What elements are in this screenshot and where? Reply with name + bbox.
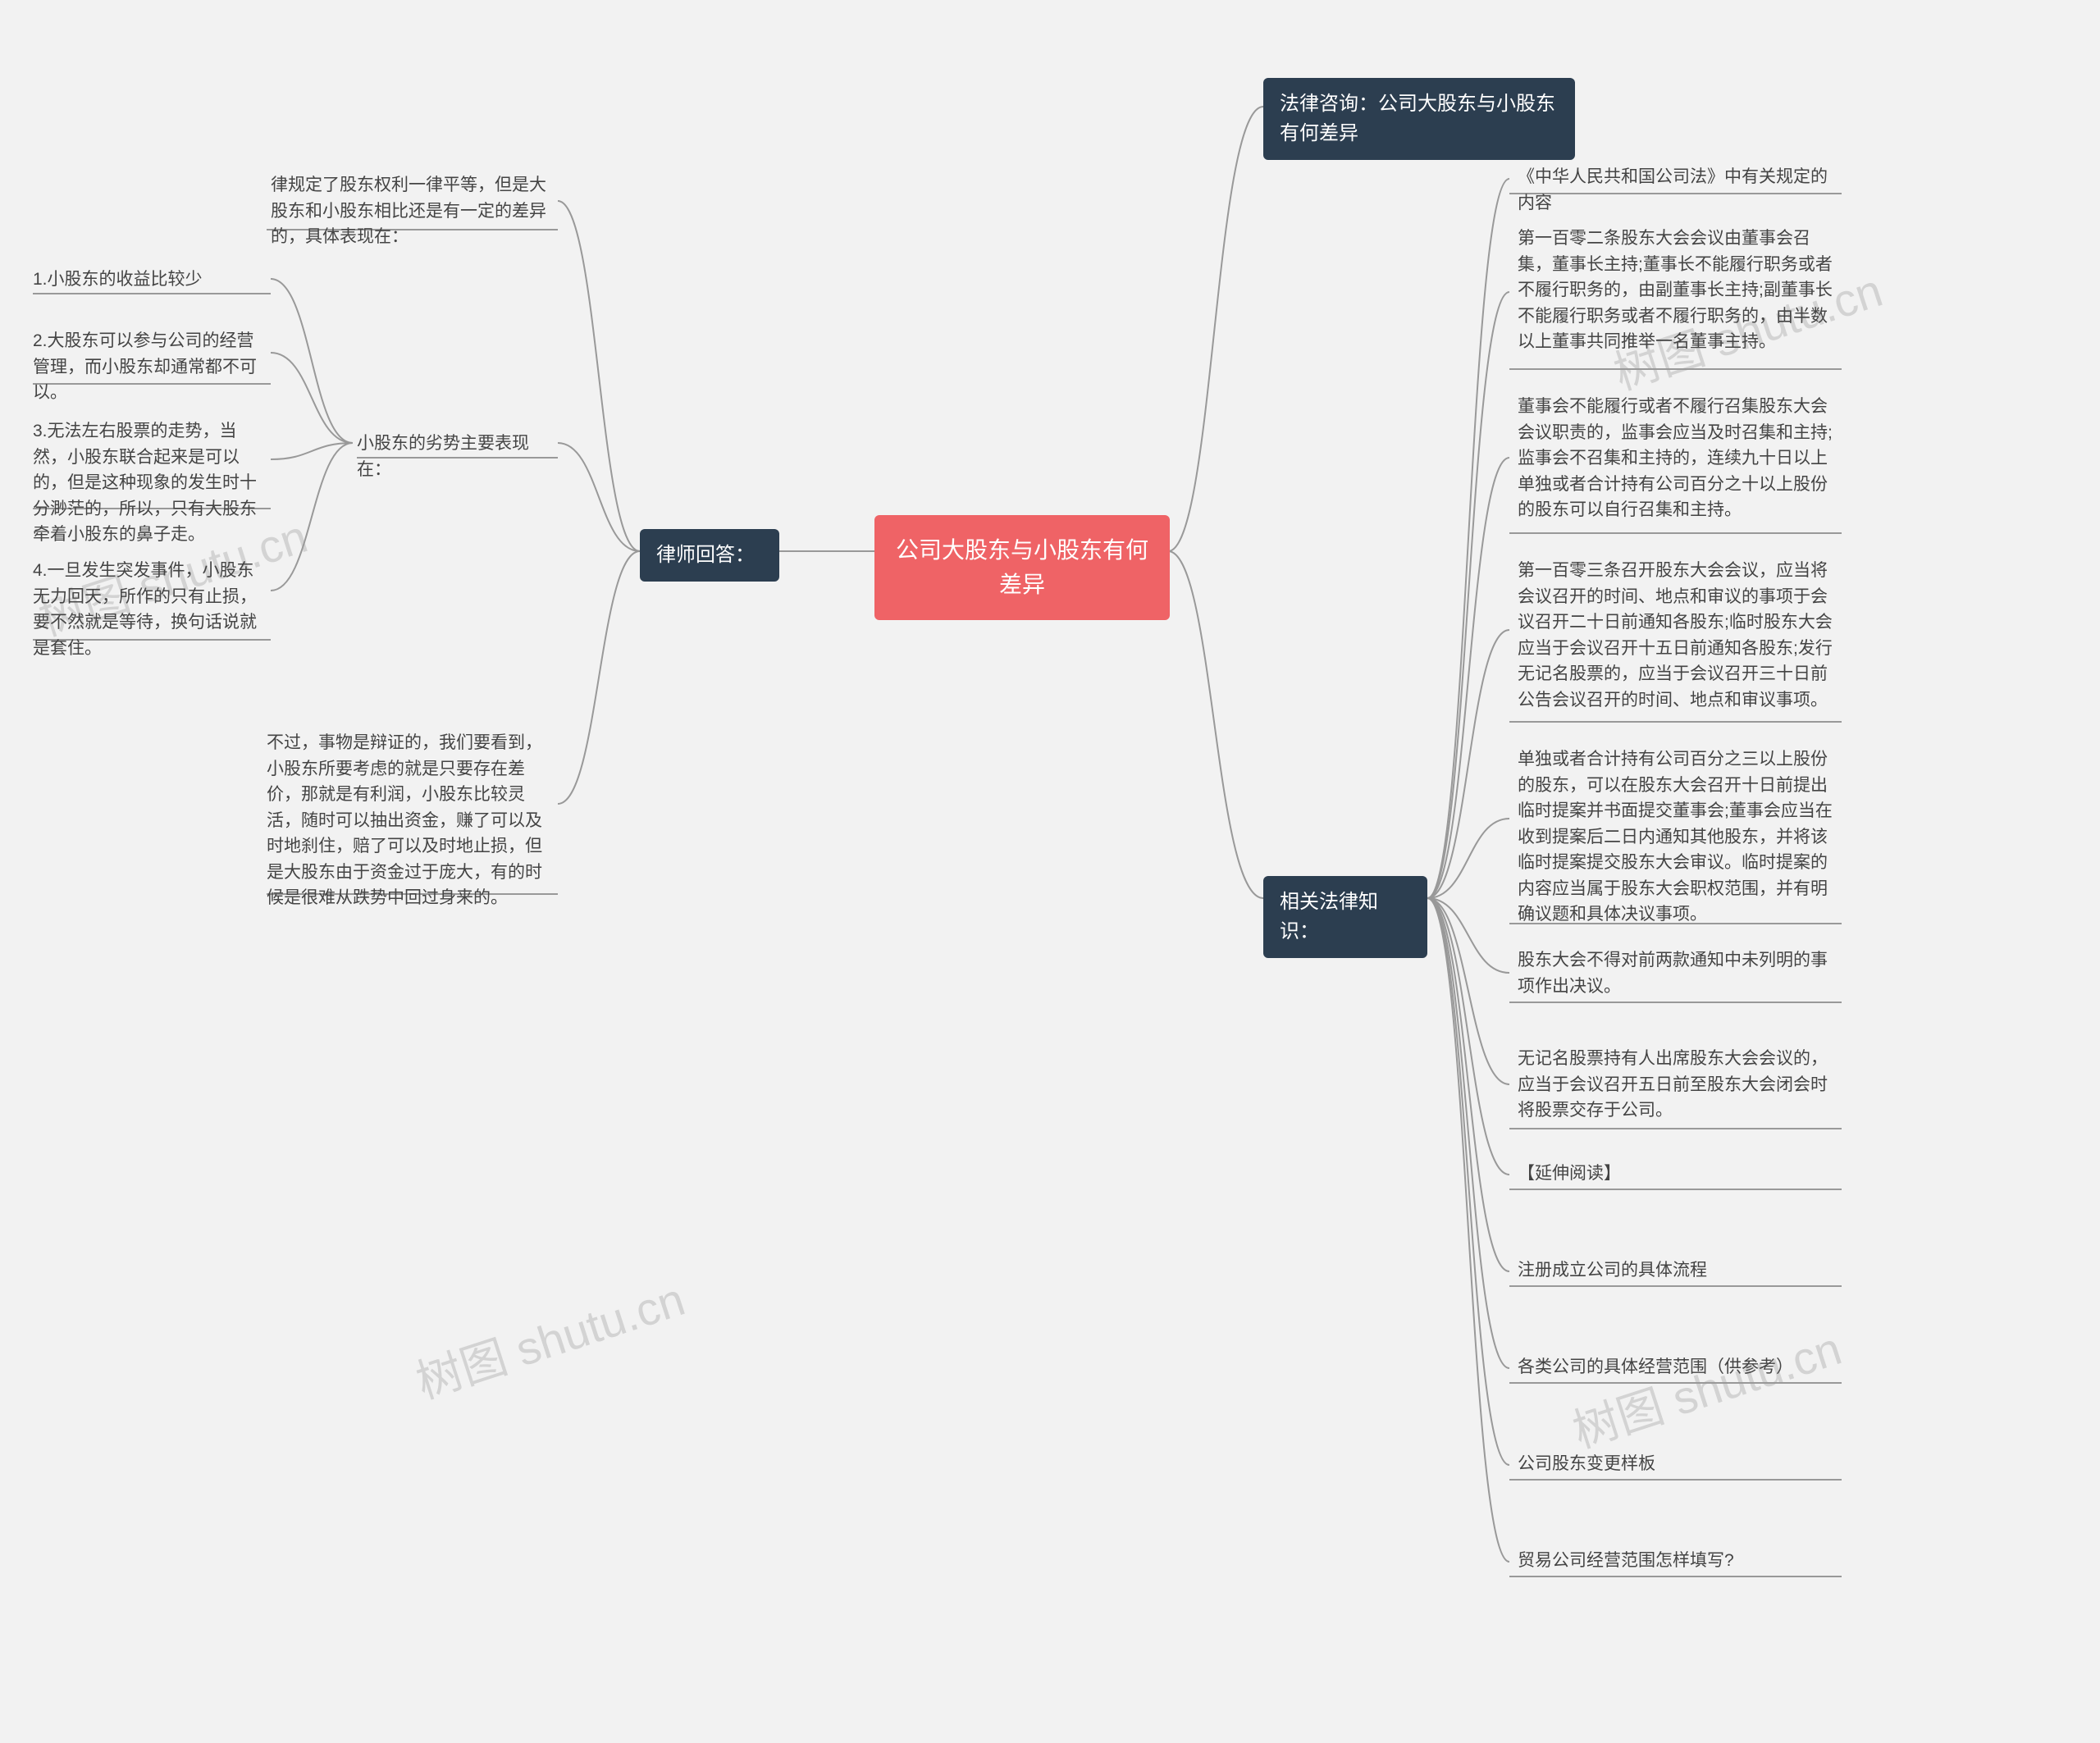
legal-leaf-7[interactable]: 【延伸阅读】 — [1518, 1161, 1838, 1187]
lawyer-leaf-intro[interactable]: 律规定了股东权利一律平等，但是大股东和小股东相比还是有一定的差异的，具体表现在： — [271, 172, 558, 250]
legal-leaf-1[interactable]: 第一百零二条股东大会会议由董事会召集，董事长主持;董事长不能履行职务或者不履行职… — [1518, 226, 1838, 355]
disadv-sub-2[interactable]: 2.大股东可以参与公司的经营管理，而小股东却通常都不可以。 — [33, 328, 271, 406]
watermark: 树图 shutu.cn — [407, 1263, 692, 1412]
branch-lawyer-answer[interactable]: 律师回答： — [640, 529, 779, 582]
disadv-sub-3[interactable]: 3.无法左右股票的走势，当然，小股东联合起来是可以的，但是这种现象的发生时十分渺… — [33, 418, 271, 548]
legal-leaf-9[interactable]: 各类公司的具体经营范围（供参考） — [1518, 1354, 1838, 1380]
legal-leaf-4[interactable]: 单独或者合计持有公司百分之三以上股份的股东，可以在股东大会召开十日前提出临时提案… — [1518, 746, 1838, 928]
disadv-sub-1[interactable]: 1.小股东的收益比较少 — [33, 267, 271, 293]
legal-leaf-2[interactable]: 董事会不能履行或者不履行召集股东大会会议职责的，监事会应当及时召集和主持;监事会… — [1518, 394, 1838, 523]
legal-leaf-0[interactable]: 《中华人民共和国公司法》中有关规定的内容 — [1518, 164, 1838, 216]
legal-leaf-6[interactable]: 无记名股票持有人出席股东大会会议的，应当于会议召开五日前至股东大会闭会时将股票交… — [1518, 1046, 1838, 1124]
branch-consult[interactable]: 法律咨询：公司大股东与小股东有何差异 — [1263, 78, 1575, 160]
legal-leaf-3[interactable]: 第一百零三条召开股东大会会议，应当将会议召开的时间、地点和审议的事项于会议召开二… — [1518, 558, 1838, 713]
watermark: 树图 shutu.cn — [1564, 1312, 1849, 1462]
legal-leaf-8[interactable]: 注册成立公司的具体流程 — [1518, 1257, 1838, 1284]
lawyer-leaf-disadv[interactable]: 小股东的劣势主要表现在： — [357, 431, 558, 482]
legal-leaf-11[interactable]: 贸易公司经营范围怎样填写? — [1518, 1548, 1838, 1574]
branch-legal-knowledge[interactable]: 相关法律知识： — [1263, 876, 1427, 958]
disadv-sub-4[interactable]: 4.一旦发生突发事件，小股东无力回天，所作的只有止损，要不然就是等待，换句话说就… — [33, 558, 271, 661]
lawyer-leaf-dialectic[interactable]: 不过，事物是辩证的，我们要看到，小股东所要考虑的就是只要存在差价，那就是有利润，… — [267, 730, 558, 911]
root-node[interactable]: 公司大股东与小股东有何差异 — [874, 515, 1170, 620]
legal-leaf-10[interactable]: 公司股东变更样板 — [1518, 1451, 1838, 1477]
legal-leaf-5[interactable]: 股东大会不得对前两款通知中未列明的事项作出决议。 — [1518, 947, 1838, 999]
